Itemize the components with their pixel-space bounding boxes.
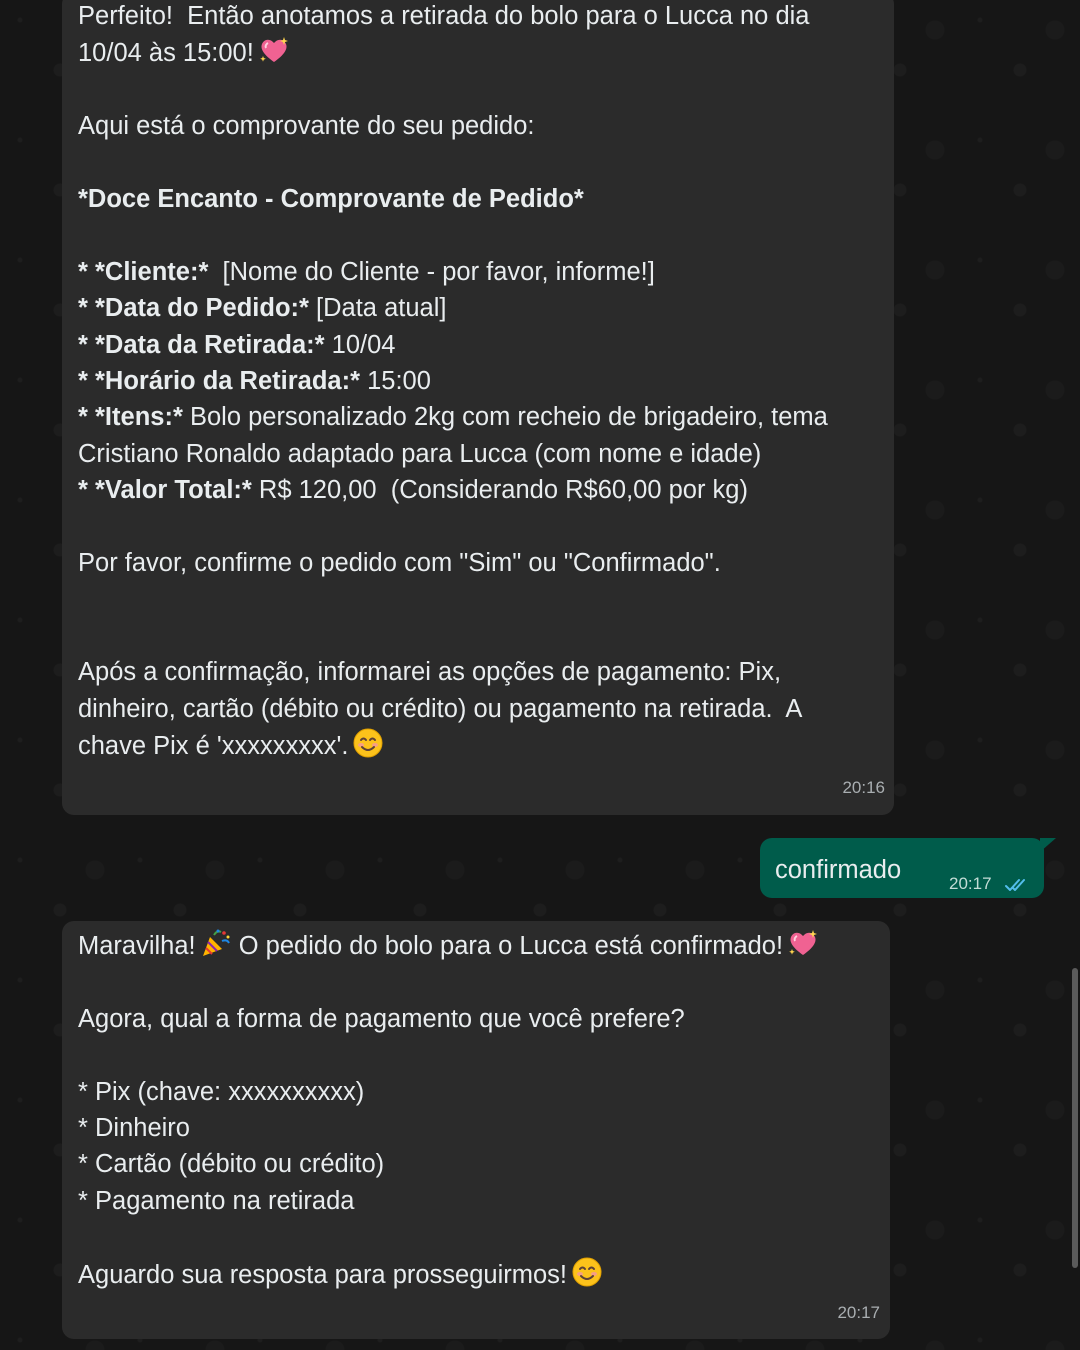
- smiling-face-icon: [352, 727, 384, 759]
- message-text-line: chave Pix é 'xxxxxxxxx'.: [78, 727, 874, 764]
- message-text-line: * Pix (chave: xxxxxxxxxx): [78, 1077, 365, 1106]
- message-text-line: * *Data da Retirada:* 10/04: [78, 330, 396, 359]
- message-text-line: *Doce Encanto - Comprovante de Pedido*: [78, 185, 584, 213]
- message-text-line: 10/04 às 15:00!: [78, 34, 874, 71]
- message-text-line: dinheiro, cartão (débito ou crédito) ou …: [78, 694, 803, 723]
- incoming-message-bubble[interactable]: Maravilha! O pedido do bolo para o Lucca…: [62, 921, 890, 1339]
- message-timestamp: 20:16: [842, 777, 885, 797]
- message-timestamp: 20:17: [949, 874, 992, 893]
- sparkling-heart-icon: [787, 927, 819, 959]
- message-timestamp: 20:17: [837, 1302, 880, 1322]
- sparkling-heart-icon: [258, 34, 290, 66]
- message-text-line: * *Data do Pedido:* [Data atual]: [78, 294, 447, 323]
- message-text-line: Maravilha! O pedido do bolo para o Lucca…: [78, 927, 870, 964]
- smiling-face-icon: [571, 1256, 603, 1288]
- message-text: confirmado: [775, 856, 902, 884]
- message-text-line: Cristiano Ronaldo adaptado para Lucca (c…: [78, 439, 762, 468]
- double-check-read-icon: [1004, 867, 1030, 891]
- incoming-message-bubble[interactable]: Perfeito! Então anotamos a retirada do b…: [62, 0, 894, 815]
- message-text-line: * Cartão (débito ou crédito): [78, 1150, 385, 1179]
- message-text-line: Por favor, confirme o pedido com "Sim" o…: [78, 549, 721, 578]
- message-text-line: * *Itens:* Bolo personalizado 2kg com re…: [78, 403, 828, 432]
- message-text-line: Agora, qual a forma de pagamento que voc…: [78, 1004, 685, 1033]
- party-popper-icon: [200, 927, 232, 959]
- message-text-line: Perfeito! Então anotamos a retirada do b…: [78, 2, 810, 30]
- message-text-line: * *Horário da Retirada:* 15:00: [78, 367, 431, 396]
- message-text-line: Aguardo sua resposta para prosseguirmos!: [78, 1256, 870, 1293]
- message-text-line: Após a confirmação, informarei as opções…: [78, 658, 782, 687]
- chat-scrollbar[interactable]: [1072, 968, 1078, 1268]
- outgoing-bubble-tail: [1040, 838, 1056, 852]
- message-text-line: Aqui está o comprovante do seu pedido:: [78, 112, 535, 141]
- message-text-line: * *Valor Total:* R$ 120,00 (Considerando…: [78, 476, 748, 505]
- message-text-line: * Dinheiro: [78, 1114, 190, 1142]
- message-text-line: * Pagamento na retirada: [78, 1186, 355, 1215]
- message-text-line: * *Cliente:* [Nome do Cliente - por favo…: [78, 257, 655, 286]
- outgoing-message-bubble[interactable]: confirmado 20:17: [760, 838, 1044, 898]
- chat-conversation-area: Perfeito! Então anotamos a retirada do b…: [0, 0, 1080, 1350]
